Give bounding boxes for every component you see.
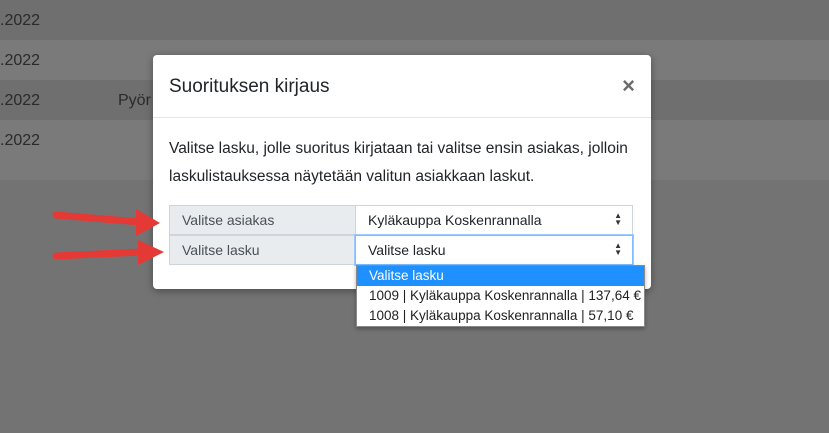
modal-header: Suorituksen kirjaus × (153, 55, 651, 118)
invoice-select[interactable]: Valitse lasku ▲ ▼ (355, 235, 633, 265)
invoice-select-label: Valitse lasku (169, 235, 367, 265)
red-arrow-icon (52, 240, 164, 265)
up-down-arrow-icon: ▲ ▼ (614, 211, 622, 228)
red-arrow-icon (52, 209, 160, 236)
name-cell: Pyör (118, 92, 151, 109)
modal-title: Suorituksen kirjaus (169, 76, 330, 97)
invoice-option[interactable]: Valitse lasku (357, 266, 644, 286)
invoice-dropdown-list: Valitse lasku 1009 | Kyläkauppa Koskenra… (356, 265, 645, 327)
modal-description: Valitse lasku, jolle suoritus kirjataan … (169, 140, 628, 185)
invoice-select-row: Valitse lasku Valitse lasku ▲ ▼ (169, 235, 634, 265)
customer-select-label: Valitse asiakas (169, 205, 367, 235)
customer-select-value: Kyläkauppa Koskenrannalla (368, 212, 542, 228)
date-cell: .2022 (0, 92, 41, 109)
invoice-option[interactable]: 1008 | Kyläkauppa Koskenrannalla | 57,10… (357, 306, 644, 326)
date-cell: .2022 (0, 52, 41, 69)
invoice-select-value: Valitse lasku (368, 242, 446, 258)
customer-select-row: Valitse asiakas Kyläkauppa Koskenrannall… (169, 205, 634, 235)
date-cell: .2022 (0, 132, 41, 149)
table-row: .2022 (0, 0, 829, 40)
customer-select[interactable]: Kyläkauppa Koskenrannalla ▲ ▼ (355, 205, 633, 235)
date-cell: .2022 (0, 12, 41, 29)
close-button[interactable]: × (622, 75, 635, 97)
up-down-arrow-icon: ▲ ▼ (614, 241, 622, 258)
invoice-option[interactable]: 1009 | Kyläkauppa Koskenrannalla | 137,6… (357, 286, 644, 306)
payment-modal: Suorituksen kirjaus × Valitse lasku, jol… (153, 55, 651, 289)
